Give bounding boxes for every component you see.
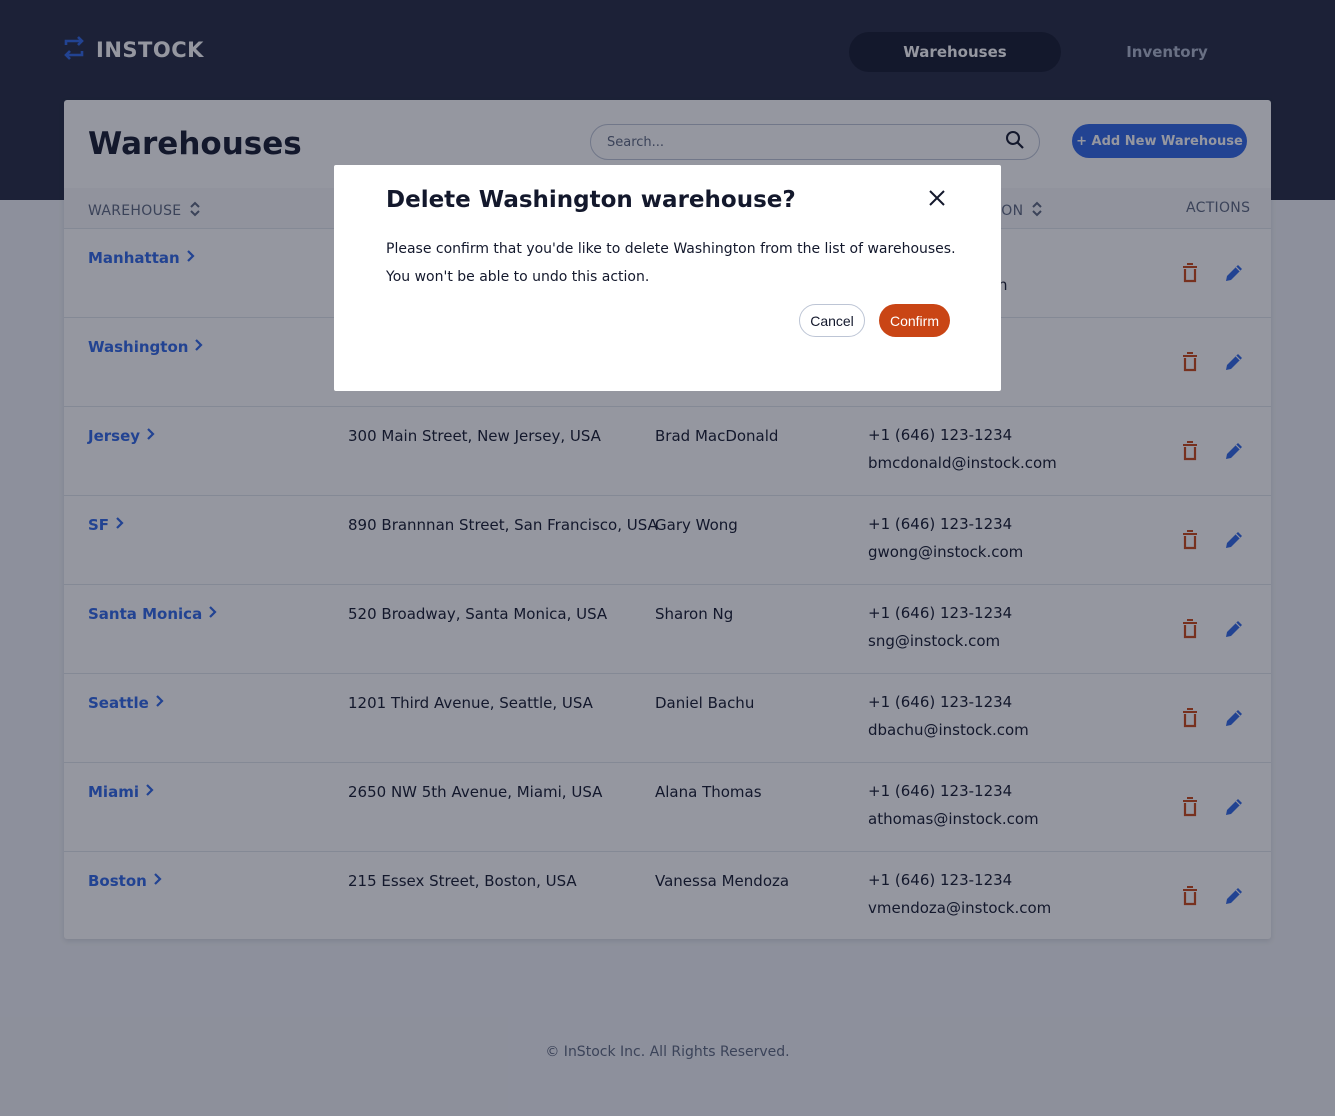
delete-modal: Delete Washington warehouse? Please conf…: [334, 165, 1001, 391]
cancel-button[interactable]: Cancel: [799, 304, 865, 337]
modal-title: Delete Washington warehouse?: [386, 187, 796, 213]
modal-body-line: Please confirm that you'de like to delet…: [386, 241, 956, 257]
modal-body-line: You won't be able to undo this action.: [386, 269, 650, 285]
modal-body: Please confirm that you'de like to delet…: [386, 235, 956, 291]
confirm-button[interactable]: Confirm: [879, 304, 950, 337]
close-icon[interactable]: [926, 187, 948, 213]
